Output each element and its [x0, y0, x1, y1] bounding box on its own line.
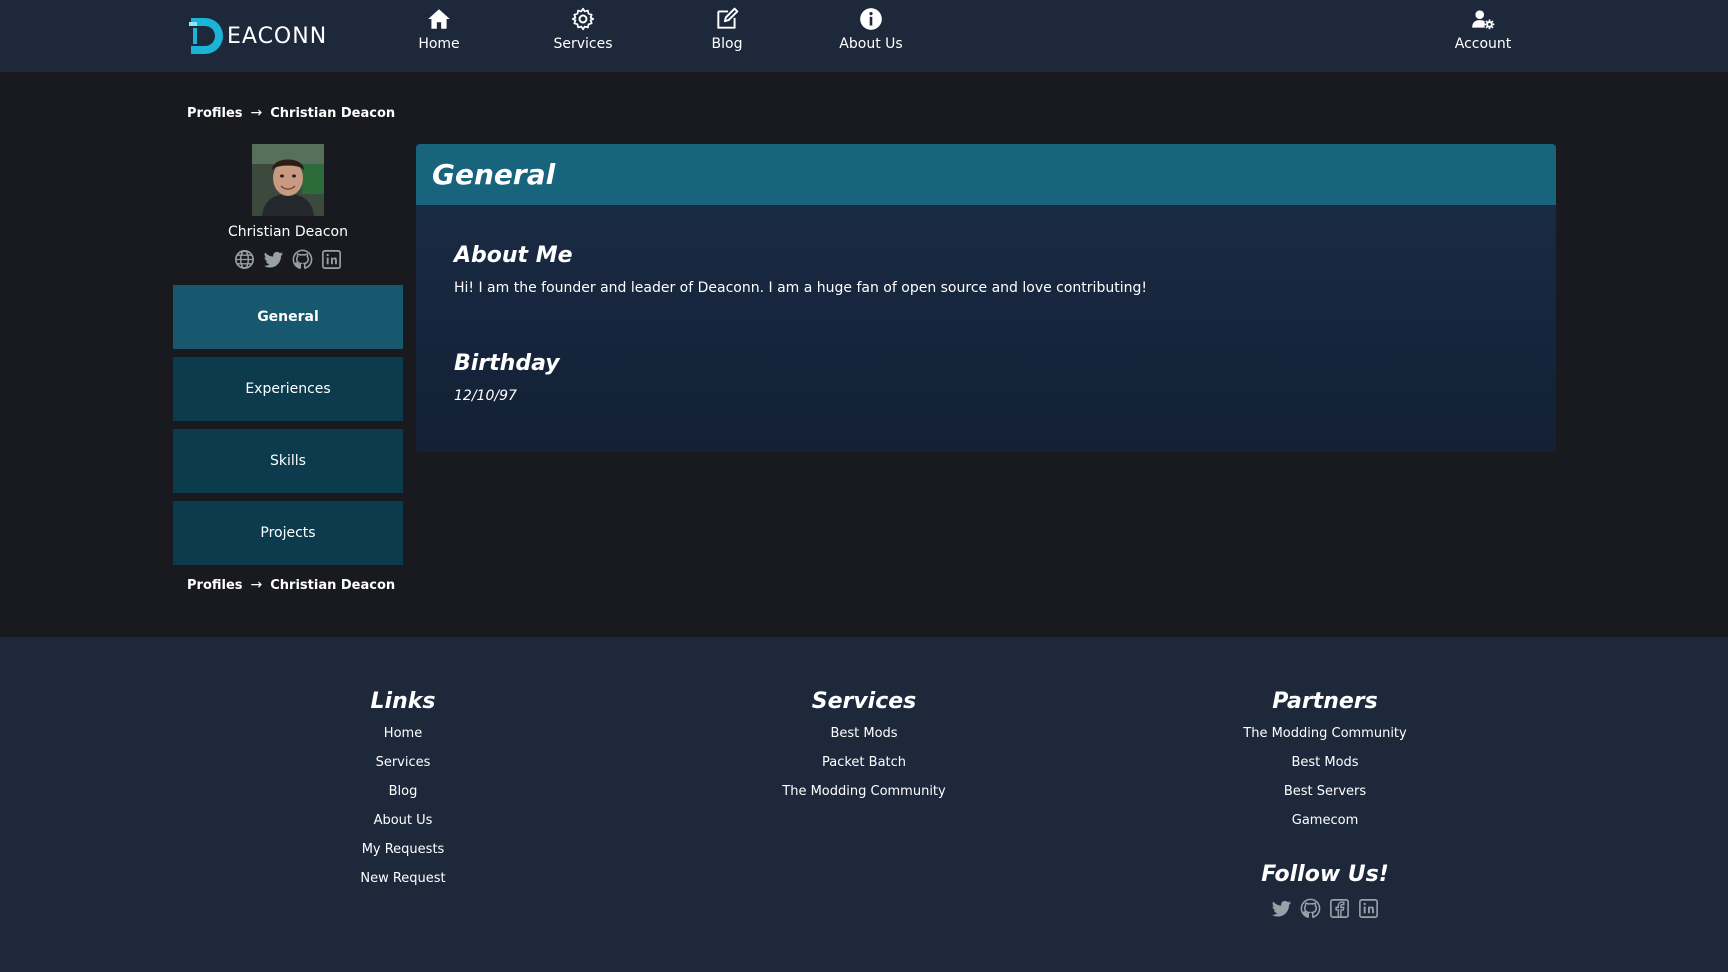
avatar: [252, 144, 324, 216]
profile-name: Christian Deacon: [228, 224, 348, 240]
gear-icon: [571, 7, 595, 31]
footer-services-column: Services Best Mods Packet Batch The Modd…: [714, 689, 1014, 813]
deaconn-logo-icon: [189, 18, 223, 54]
twitter-icon[interactable]: [1270, 897, 1293, 920]
sidebar-item-projects[interactable]: Projects: [173, 501, 403, 565]
about-me-heading: About Me: [454, 243, 573, 268]
sidebar-item-label: Experiences: [245, 381, 331, 397]
footer-link-home[interactable]: Home: [253, 726, 553, 755]
avatar-photo-icon: [252, 144, 324, 216]
breadcrumb-bottom: Profiles → Christian Deacon: [187, 577, 395, 593]
breadcrumb-current[interactable]: Christian Deacon: [270, 578, 395, 593]
linkedin-icon[interactable]: [320, 248, 343, 271]
footer-partner-best-mods[interactable]: Best Mods: [1175, 755, 1475, 784]
footer-link-about-us[interactable]: About Us: [253, 813, 553, 842]
follow-us-social-links: [1175, 897, 1475, 920]
footer-partners-column: Partners The Modding Community Best Mods…: [1175, 689, 1475, 920]
follow-us-title: Follow Us!: [1261, 862, 1389, 887]
profile-social-links: [172, 248, 404, 271]
home-icon: [428, 9, 450, 29]
nav-services[interactable]: Services: [528, 6, 638, 66]
footer-link-new-request[interactable]: New Request: [253, 871, 553, 900]
sidebar-item-label: Projects: [260, 525, 316, 541]
breadcrumb-arrow-icon: →: [250, 577, 263, 593]
sidebar-item-experiences[interactable]: Experiences: [173, 357, 403, 421]
nav-blog-label: Blog: [711, 36, 743, 52]
info-icon: [860, 8, 882, 30]
footer-service-modding-community[interactable]: The Modding Community: [714, 784, 1014, 813]
nav-home-label: Home: [418, 36, 460, 52]
brand-logo-text: EACONN: [227, 23, 328, 49]
footer-service-packet-batch[interactable]: Packet Batch: [714, 755, 1014, 784]
footer-link-my-requests[interactable]: My Requests: [253, 842, 553, 871]
card-header: General: [416, 144, 1556, 205]
github-icon[interactable]: [291, 248, 314, 271]
nav-services-label: Services: [553, 36, 613, 52]
globe-icon[interactable]: [233, 248, 256, 271]
top-navbar: EACONN Home Services Blog About Us Accou…: [0, 0, 1728, 72]
breadcrumb-arrow-icon: →: [250, 105, 263, 121]
breadcrumb-current[interactable]: Christian Deacon: [270, 106, 395, 121]
footer-link-services[interactable]: Services: [253, 755, 553, 784]
sidebar-item-skills[interactable]: Skills: [173, 429, 403, 493]
nav-home[interactable]: Home: [384, 6, 494, 66]
footer-link-blog[interactable]: Blog: [253, 784, 553, 813]
footer-links-column: Links Home Services Blog About Us My Req…: [253, 689, 553, 900]
breadcrumb-profiles-link[interactable]: Profiles: [187, 106, 243, 121]
nav-account-label: Account: [1454, 36, 1512, 52]
footer-partner-modding-community[interactable]: The Modding Community: [1175, 726, 1475, 755]
footer: Links Home Services Blog About Us My Req…: [0, 637, 1728, 972]
facebook-icon[interactable]: [1328, 897, 1351, 920]
footer-partner-best-servers[interactable]: Best Servers: [1175, 784, 1475, 813]
general-card: General About Me Hi! I am the founder an…: [416, 144, 1556, 452]
nav-blog[interactable]: Blog: [672, 6, 782, 66]
breadcrumb-profiles-link[interactable]: Profiles: [187, 578, 243, 593]
nav-account[interactable]: Account: [1428, 6, 1538, 66]
linkedin-icon[interactable]: [1357, 897, 1380, 920]
nav-about-label: About Us: [839, 36, 903, 52]
footer-services-title: Services: [811, 689, 917, 714]
about-me-text: Hi! I am the founder and leader of Deaco…: [454, 280, 1147, 296]
sidebar-item-label: Skills: [270, 453, 306, 469]
edit-icon: [717, 7, 739, 29]
footer-service-best-mods[interactable]: Best Mods: [714, 726, 1014, 755]
birthday-value: 12/10/97: [454, 388, 517, 404]
birthday-heading: Birthday: [454, 351, 560, 376]
footer-partners-title: Partners: [1272, 689, 1378, 714]
twitter-icon[interactable]: [262, 248, 285, 271]
nav-about[interactable]: About Us: [816, 6, 926, 66]
sidebar-item-label: General: [257, 309, 319, 325]
brand-logo[interactable]: EACONN: [185, 12, 355, 60]
breadcrumb-top: Profiles → Christian Deacon: [187, 105, 395, 121]
github-icon[interactable]: [1299, 897, 1322, 920]
footer-links-title: Links: [370, 689, 436, 714]
sidebar-item-general[interactable]: General: [173, 285, 403, 349]
footer-partner-gamecom[interactable]: Gamecom: [1175, 813, 1475, 842]
card-title: General: [432, 158, 556, 191]
user-settings-icon: [1472, 10, 1495, 30]
